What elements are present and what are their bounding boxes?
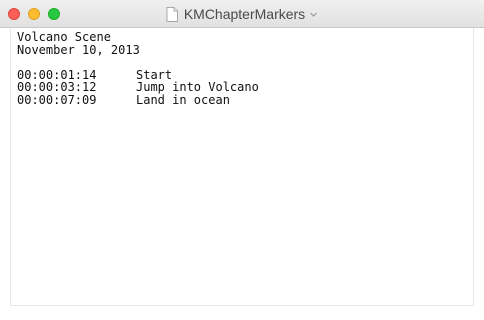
scene-title: Volcano Scene xyxy=(17,30,111,44)
marker-label: Jump into Volcano xyxy=(136,80,259,94)
window-title: KMChapterMarkers xyxy=(183,6,306,22)
marker-time: 00:00:07:09 xyxy=(17,92,97,107)
marker-time: 00:00:03:12 xyxy=(17,80,97,94)
document-icon xyxy=(166,6,178,22)
marker-row: 00:00:07:09 Land in ocean xyxy=(17,92,467,107)
scene-date: November 10, 2013 xyxy=(17,42,140,57)
document-text-area[interactable]: Volcano Scene November 10, 2013 00:00:01… xyxy=(10,28,474,306)
window-title-area[interactable]: KMChapterMarkers xyxy=(0,0,484,28)
bottom-strip xyxy=(0,306,484,320)
marker-label: Land in ocean xyxy=(136,92,230,107)
title-bar[interactable]: KMChapterMarkers xyxy=(0,0,484,28)
chevron-down-icon[interactable] xyxy=(309,10,318,19)
marker-row: 00:00:03:12 Jump into Volcano xyxy=(17,81,467,94)
textedit-window: KMChapterMarkers Volcano Scene November … xyxy=(0,0,484,320)
